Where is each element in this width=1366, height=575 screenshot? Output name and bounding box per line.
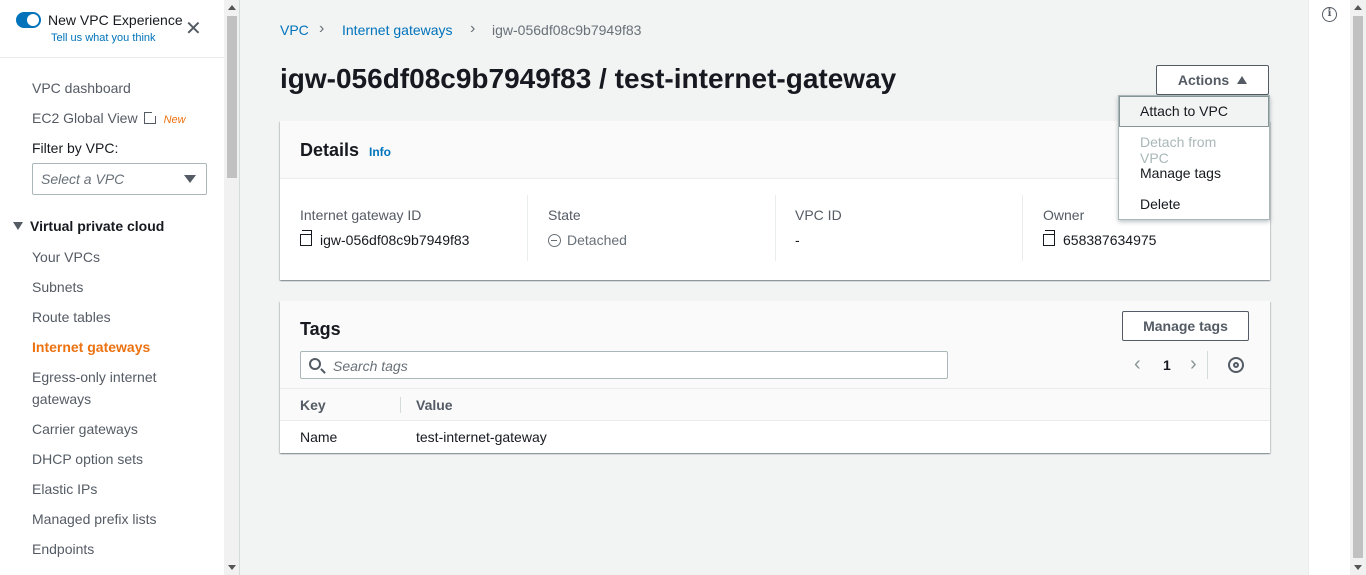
page-title: igw-056df08c9b7949f83 / test-internet-ga… — [280, 63, 897, 94]
table-row: Name test-internet-gateway — [280, 421, 1270, 453]
detail-value: 658387634975 — [1043, 230, 1157, 248]
menu-item-detach-from-vpc: Detach from VPC — [1140, 134, 1217, 166]
sidebar-item-managed-prefix-lists[interactable]: Managed prefix lists — [32, 511, 157, 527]
owner-value: 658387634975 — [1063, 232, 1157, 248]
details-info-link[interactable]: Info — [369, 145, 391, 159]
column-divider — [400, 397, 401, 413]
column-divider — [527, 195, 528, 261]
external-link-icon — [143, 110, 158, 124]
detail-vpc-id: VPC ID - — [795, 195, 1015, 261]
gateway-id-value: igw-056df08c9b7949f83 — [320, 232, 470, 248]
column-divider — [775, 195, 776, 261]
sidebar-scrollbar[interactable] — [224, 0, 240, 575]
collapse-triangle-icon — [13, 222, 23, 230]
vpc-filter-select[interactable]: Select a VPC — [32, 163, 207, 195]
detail-value: igw-056df08c9b7949f83 — [300, 230, 470, 248]
page-number[interactable]: 1 — [1163, 357, 1171, 373]
scroll-up-arrow-icon[interactable] — [228, 5, 236, 10]
sidebar-item-dhcp-option-sets[interactable]: DHCP option sets — [32, 451, 143, 467]
status-stopped-icon — [548, 234, 561, 247]
section-title: Virtual private cloud — [30, 218, 165, 234]
actions-label: Actions — [1177, 72, 1230, 88]
tags-header: Tags Manage tags Search tags ‹ 1 › — [280, 301, 1270, 389]
navigation-sidebar: New VPC Experience Tell us what you thin… — [0, 0, 224, 575]
table-header: Key Value — [280, 389, 1270, 421]
section-virtual-private-cloud[interactable]: Virtual private cloud — [13, 218, 164, 234]
main-scrollbar[interactable] — [1350, 0, 1366, 575]
detail-state: State Detached — [548, 195, 768, 261]
column-header-key[interactable]: Key — [300, 397, 326, 413]
help-panel-strip: i — [1308, 0, 1350, 575]
sidebar-item-egress-only-internet-gateways-line2[interactable]: gateways — [32, 391, 91, 407]
sidebar-item-egress-only-internet-gateways[interactable]: Egress-only internet — [32, 369, 157, 385]
main-scroll-thumb[interactable] — [1353, 16, 1363, 558]
search-icon — [309, 358, 321, 370]
detail-label: Owner — [1043, 207, 1085, 223]
breadcrumb-current: igw-056df08c9b7949f83 — [492, 22, 642, 38]
sidebar-item-vpc-dashboard[interactable]: VPC dashboard — [32, 80, 131, 96]
breadcrumb-internet-gateways[interactable]: Internet gateways — [342, 22, 453, 38]
chevron-left-icon[interactable]: ‹ — [1134, 353, 1141, 376]
detail-value: Detached — [548, 232, 627, 248]
experience-toggle-bar: New VPC Experience Tell us what you thin… — [0, 0, 224, 58]
copy-icon[interactable] — [1043, 230, 1055, 246]
menu-item-attach-to-vpc[interactable]: Attach to VPC — [1119, 96, 1269, 127]
tag-value-cell: test-internet-gateway — [416, 429, 547, 445]
tags-title: Tags — [300, 319, 341, 339]
ec2-global-view-label: EC2 Global View — [32, 110, 138, 126]
info-icon[interactable]: i — [1322, 7, 1337, 22]
actions-button[interactable]: Actions — [1156, 65, 1269, 95]
sidebar-item-elastic-ips[interactable]: Elastic IPs — [32, 481, 97, 497]
feedback-link[interactable]: Tell us what you think — [51, 32, 156, 44]
gear-icon[interactable] — [1228, 357, 1244, 373]
sidebar-item-subnets[interactable]: Subnets — [32, 279, 83, 295]
vpc-filter-placeholder: Select a VPC — [41, 171, 125, 187]
sidebar-scroll-thumb[interactable] — [227, 16, 237, 178]
detail-label: Internet gateway ID — [300, 207, 422, 223]
breadcrumb-separator-icon: › — [470, 20, 476, 37]
breadcrumb-separator-icon: › — [319, 20, 325, 37]
detail-label: VPC ID — [795, 207, 842, 223]
new-experience-toggle[interactable] — [16, 12, 41, 28]
sidebar-item-your-vpcs[interactable]: Your VPCs — [32, 249, 100, 265]
tags-panel: Tags Manage tags Search tags ‹ 1 › Key V… — [280, 301, 1270, 453]
filter-by-vpc-label: Filter by VPC: — [32, 140, 119, 156]
close-icon[interactable]: ✕ — [185, 19, 202, 39]
pagination-divider — [1207, 351, 1208, 379]
scroll-down-arrow-icon[interactable] — [1354, 565, 1362, 570]
manage-tags-button[interactable]: Manage tags — [1122, 311, 1249, 341]
sidebar-item-ec2-global-view[interactable]: EC2 Global View New — [32, 110, 186, 126]
sidebar-item-endpoints[interactable]: Endpoints — [32, 541, 94, 557]
new-badge: New — [163, 114, 186, 126]
scroll-up-arrow-icon[interactable] — [1354, 5, 1362, 10]
menu-item-delete[interactable]: Delete — [1119, 189, 1269, 220]
main-content: VPC › Internet gateways › igw-056df08c9b… — [241, 0, 1308, 575]
column-divider — [1022, 195, 1023, 261]
caret-up-icon — [1237, 76, 1248, 84]
state-value: Detached — [567, 232, 627, 248]
breadcrumb-vpc[interactable]: VPC — [280, 22, 309, 38]
sidebar-item-route-tables[interactable]: Route tables — [32, 309, 111, 325]
chevron-right-icon[interactable]: › — [1190, 353, 1197, 376]
column-header-value[interactable]: Value — [416, 397, 453, 413]
search-tags-input[interactable]: Search tags — [300, 351, 948, 379]
copy-icon[interactable] — [300, 230, 312, 246]
sidebar-item-carrier-gateways[interactable]: Carrier gateways — [32, 421, 138, 437]
detail-internet-gateway-id: Internet gateway ID igw-056df08c9b7949f8… — [300, 195, 520, 261]
experience-title: New VPC Experience — [48, 12, 183, 28]
sidebar-item-internet-gateways[interactable]: Internet gateways — [32, 339, 150, 355]
vpc-id-value: - — [795, 232, 800, 248]
tag-key-cell: Name — [300, 429, 338, 445]
menu-item-manage-tags[interactable]: Manage tags — [1119, 158, 1269, 189]
caret-down-icon — [184, 175, 196, 183]
details-title: Details — [300, 140, 360, 160]
actions-dropdown-menu: Attach to VPC Detach from VPC Manage tag… — [1118, 95, 1270, 220]
scroll-down-arrow-icon[interactable] — [228, 565, 236, 570]
detail-label: State — [548, 207, 581, 223]
search-placeholder: Search tags — [333, 358, 408, 374]
